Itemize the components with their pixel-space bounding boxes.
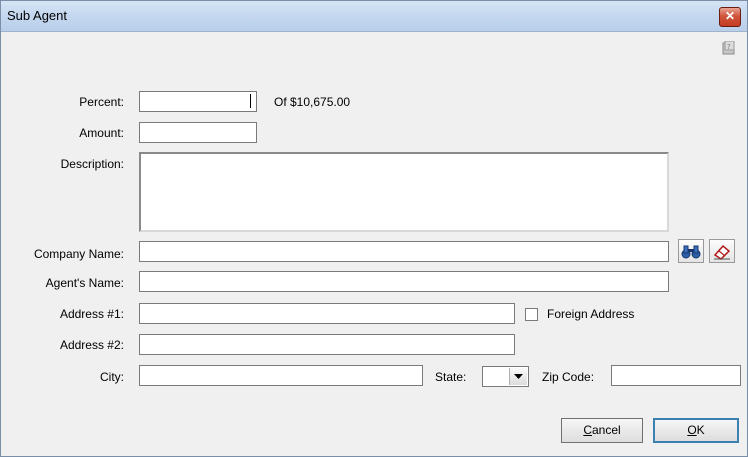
sub-agent-dialog: Sub Agent ✕ ? Percent: Of $10,675.00 Amo… xyxy=(0,0,748,457)
foreign-address-checkbox[interactable] xyxy=(525,308,538,321)
amount-label: Amount: xyxy=(79,126,124,140)
description-label: Description: xyxy=(60,157,124,171)
company-name-field[interactable] xyxy=(139,241,669,262)
percent-label: Percent: xyxy=(79,95,124,109)
state-dropdown-button[interactable] xyxy=(509,368,527,385)
state-label: State: xyxy=(435,370,467,384)
foreign-address-label[interactable]: Foreign Address xyxy=(547,307,634,321)
search-company-button[interactable] xyxy=(678,239,704,263)
address2-label: Address #2: xyxy=(59,338,124,352)
text-caret xyxy=(250,94,251,108)
agent-name-field[interactable] xyxy=(139,271,669,292)
eraser-icon xyxy=(713,244,731,260)
help-icon[interactable]: ? xyxy=(722,41,736,55)
city-label: City: xyxy=(100,370,124,384)
clear-company-button[interactable] xyxy=(709,239,735,263)
address1-label: Address #1: xyxy=(59,307,124,321)
percent-of-total: Of $10,675.00 xyxy=(274,95,351,109)
window-title: Sub Agent xyxy=(7,8,67,23)
svg-text:?: ? xyxy=(727,43,731,51)
percent-field[interactable] xyxy=(139,91,257,112)
amount-field[interactable] xyxy=(139,122,257,143)
binoculars-icon xyxy=(681,245,701,259)
zip-code-field[interactable] xyxy=(611,365,741,386)
ok-button[interactable]: OK xyxy=(653,418,739,443)
address2-field[interactable] xyxy=(139,334,515,355)
close-button[interactable]: ✕ xyxy=(719,7,741,27)
description-field[interactable] xyxy=(139,152,669,232)
address1-field[interactable] xyxy=(139,303,515,324)
city-field[interactable] xyxy=(139,365,423,386)
title-bar[interactable]: Sub Agent ✕ xyxy=(1,1,747,32)
company-name-label: Company Name: xyxy=(33,247,124,261)
zip-code-label: Zip Code: xyxy=(542,370,595,384)
agent-name-label: Agent's Name: xyxy=(45,276,124,290)
state-select[interactable] xyxy=(482,366,529,387)
chevron-down-icon xyxy=(514,374,523,379)
cancel-button[interactable]: Cancel xyxy=(561,418,643,443)
